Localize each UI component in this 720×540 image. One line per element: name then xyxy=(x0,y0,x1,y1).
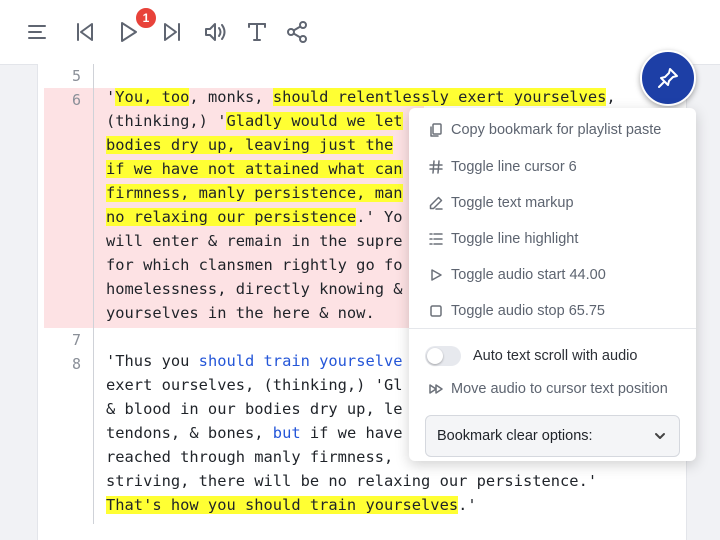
toggle-line-cursor-item[interactable]: Toggle line cursor 6 xyxy=(409,152,696,182)
bookmark-menu: Copy bookmark for playlist paste Toggle … xyxy=(409,108,696,461)
menu-item-label: Toggle text markup xyxy=(451,195,574,211)
hash-icon xyxy=(429,160,443,174)
text-segment: tendons, & bones, xyxy=(106,424,273,442)
text-line[interactable]: 'Thus you should train yourselve xyxy=(106,349,403,373)
toggle-knob xyxy=(427,348,443,364)
text-line[interactable]: 'You, too, monks, should relentlessly ex… xyxy=(106,85,616,109)
text-segment: (thinking,) ' xyxy=(106,112,227,130)
copy-icon xyxy=(429,123,443,137)
line-number: 8 xyxy=(71,355,81,373)
text-line[interactable]: homelessness, directly knowing & xyxy=(106,277,403,301)
text-line[interactable]: reached through manly firmness, xyxy=(106,445,403,469)
gutter-divider xyxy=(93,64,94,524)
text-line[interactable]: & blood in our bodies dry up, le xyxy=(106,397,403,421)
menu-item-label: Move audio to cursor text position xyxy=(451,381,668,397)
marked-text: should relentlessly exert yourselves xyxy=(272,88,607,106)
pen-icon xyxy=(429,196,443,210)
text-line[interactable]: yourselves in the here & now. xyxy=(106,301,375,325)
line-number: 6 xyxy=(71,91,81,109)
menu-item-label: Copy bookmark for playlist paste xyxy=(451,122,662,138)
text-segment: , xyxy=(606,88,616,106)
list-icon xyxy=(429,232,443,246)
menu-icon[interactable] xyxy=(17,12,57,52)
toggle-text-markup-item[interactable]: Toggle text markup xyxy=(409,188,696,218)
text-line[interactable]: tendons, & bones, but if we have xyxy=(106,421,403,445)
toggle-audio-stop-item[interactable]: Toggle audio stop 65.75 xyxy=(409,296,696,326)
colored-text: but xyxy=(272,424,301,442)
text-segment: .' xyxy=(458,496,477,514)
marked-text: if we have not attained what can xyxy=(106,160,403,178)
marked-text: bodies dry up, leaving just the xyxy=(106,136,394,154)
menu-item-label: Toggle line cursor 6 xyxy=(451,159,577,175)
text-line[interactable]: if we have not attained what can xyxy=(106,157,403,181)
menu-item-label: Toggle audio start 44.00 xyxy=(451,267,606,283)
text-icon[interactable] xyxy=(237,12,277,52)
share-icon[interactable] xyxy=(277,12,317,52)
text-segment: if we have xyxy=(300,424,403,442)
top-toolbar: 1 xyxy=(0,0,720,65)
marked-text: You, too xyxy=(115,88,190,106)
bookmark-clear-select[interactable]: Bookmark clear options: xyxy=(425,415,680,457)
menu-divider xyxy=(409,328,696,329)
text-line[interactable]: for which clansmen rightly go fo xyxy=(106,253,403,277)
text-line[interactable]: firmness, manly persistence, man xyxy=(106,181,403,205)
marked-text: Gladly would we let xyxy=(226,112,403,130)
toggle-audio-start-item[interactable]: Toggle audio start 44.00 xyxy=(409,260,696,290)
text-line[interactable]: That's how you should train yourselves.' xyxy=(106,493,477,517)
stop-icon xyxy=(429,304,443,318)
marked-text: That's how you should train yourselves xyxy=(106,496,459,514)
marked-text: no relaxing our persistence xyxy=(106,208,357,226)
move-audio-item[interactable]: Move audio to cursor text position xyxy=(409,374,696,404)
menu-item-label: Toggle line highlight xyxy=(451,231,579,247)
text-line[interactable]: will enter & remain in the supre xyxy=(106,229,403,253)
auto-scroll-toggle[interactable] xyxy=(425,346,461,366)
volume-icon[interactable] xyxy=(196,12,236,52)
text-segment: ' xyxy=(106,88,116,106)
text-segment: 'Thus you xyxy=(106,352,199,370)
pin-icon xyxy=(658,68,678,88)
colored-text: should train yourselve xyxy=(198,352,403,370)
text-line[interactable]: striving, there will be no relaxing our … xyxy=(106,469,597,493)
bookmark-pin-button[interactable] xyxy=(640,50,696,106)
text-segment: .' Yo xyxy=(356,208,403,226)
auto-scroll-label: Auto text scroll with audio xyxy=(473,348,638,364)
text-segment: , monks, xyxy=(189,88,273,106)
text-line[interactable]: bodies dry up, leaving just the xyxy=(106,133,394,157)
line-number: 5 xyxy=(71,67,81,85)
skip-next-icon[interactable] xyxy=(152,12,192,52)
text-line[interactable]: exert ourselves, (thinking,) 'Gl xyxy=(106,373,403,397)
copy-bookmark-item[interactable]: Copy bookmark for playlist paste xyxy=(409,115,696,145)
select-label: Bookmark clear options: xyxy=(437,428,593,444)
marked-text: firmness, manly persistence, man xyxy=(106,184,403,202)
play-outline-icon xyxy=(429,268,443,282)
text-line[interactable]: no relaxing our persistence.' Yo xyxy=(106,205,403,229)
skip-previous-icon[interactable] xyxy=(65,12,105,52)
menu-item-label: Toggle audio stop 65.75 xyxy=(451,303,605,319)
chevron-down-icon xyxy=(655,433,665,439)
toggle-line-highlight-item[interactable]: Toggle line highlight xyxy=(409,224,696,254)
text-line[interactable]: (thinking,) 'Gladly would we let xyxy=(106,109,403,133)
fast-forward-icon xyxy=(429,382,443,396)
line-number: 7 xyxy=(71,331,81,349)
